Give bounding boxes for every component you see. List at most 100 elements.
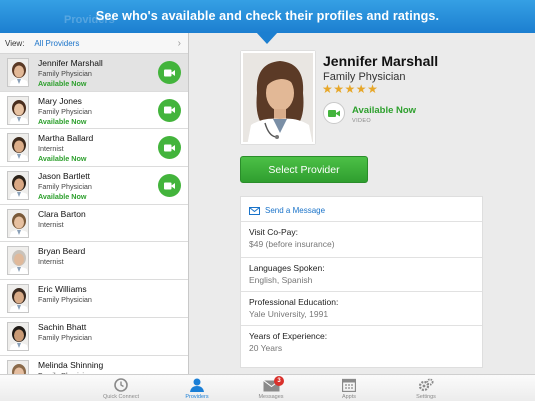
- video-call-button[interactable]: [158, 61, 181, 84]
- provider-row-status: Available Now: [38, 79, 87, 88]
- info-row: Professional Education: Yale University, …: [249, 297, 476, 319]
- banner-text: See who's available and check their prof…: [95, 9, 440, 23]
- tab-quick-connect[interactable]: Quick Connect: [91, 377, 151, 401]
- star-rating: ★ ★ ★ ★ ★: [322, 83, 378, 95]
- provider-avatar: [7, 359, 29, 374]
- provider-row-status: Available Now: [38, 154, 87, 164]
- provider-detail-pane: Jennifer Marshall Family Physician ★ ★ ★ ★ ★…: [190, 33, 535, 374]
- info-value: Yale University, 1991: [249, 309, 329, 319]
- provider-row[interactable]: Mary Jones Family Physician Available Now: [0, 91, 188, 130]
- provider-photo: [241, 51, 315, 144]
- provider-row-name: Melinda Shinning: [38, 359, 104, 370]
- clock-icon: [91, 377, 151, 392]
- view-filter-bar[interactable]: View: All Providers ›: [0, 33, 188, 54]
- info-label: Professional Education:: [249, 297, 339, 307]
- provider-row-name: Bryan Beard: [38, 246, 86, 257]
- star-icon: ★: [344, 82, 356, 96]
- tab-label: Quick Connect: [102, 394, 140, 400]
- provider-avatar: [7, 208, 29, 238]
- tab-label: Settings: [416, 394, 436, 400]
- person-icon: [167, 377, 227, 392]
- provider-row[interactable]: Martha Ballard Internist Available Now: [0, 129, 188, 168]
- provider-avatar: [7, 246, 29, 276]
- envelope-icon: 3: [241, 376, 301, 392]
- video-camera-icon: [164, 144, 175, 152]
- provider-row[interactable]: Clara Barton Internist: [0, 204, 188, 243]
- tutorial-banner: Providers See who's available and check …: [0, 0, 535, 33]
- provider-row[interactable]: Bryan Beard Internist: [0, 242, 188, 281]
- send-message-link[interactable]: Send a Message: [249, 206, 325, 215]
- provider-row-status: Available Now: [38, 192, 87, 202]
- provider-row-name: Eric Williams: [38, 284, 87, 295]
- tab-label: Appts: [341, 394, 357, 400]
- provider-row[interactable]: Eric Williams Family Physician: [0, 280, 188, 318]
- info-label: Languages Spoken:: [249, 263, 325, 273]
- provider-row[interactable]: Melinda ShinningFamily Physician: [0, 355, 188, 374]
- tab-settings[interactable]: Settings: [396, 377, 456, 401]
- provider-row-name: Mary Jones: [38, 95, 82, 106]
- info-value: 20 Years: [249, 343, 283, 353]
- tab-appts[interactable]: Appts: [319, 377, 379, 401]
- video-call-button[interactable]: [158, 174, 181, 198]
- provider-row-specialty: Internist: [38, 219, 64, 229]
- video-call-button[interactable]: [158, 98, 181, 122]
- info-value: $49 (before insurance): [249, 239, 335, 249]
- info-divider: [241, 291, 482, 292]
- info-row: Visit Co-Pay: $49 (before insurance): [249, 227, 476, 249]
- tab-providers[interactable]: Providers: [167, 377, 227, 401]
- notification-badge: 3: [274, 376, 284, 386]
- video-camera-icon: [328, 109, 340, 117]
- info-divider: [241, 257, 482, 258]
- provider-avatar: [7, 58, 29, 87]
- provider-row-specialty: Family Physician: [38, 69, 92, 78]
- chevron-right-icon: ›: [177, 38, 181, 49]
- provider-row[interactable]: Jason Bartlett Family Physician Available …: [0, 167, 188, 205]
- video-call-button[interactable]: [323, 102, 345, 124]
- provider-row-specialty: Family Physician: [38, 182, 92, 192]
- provider-row-name: Martha Ballard: [38, 133, 94, 144]
- tab-label: Providers: [185, 394, 209, 400]
- envelope-icon: [249, 206, 260, 215]
- provider-row[interactable]: Jennifer Marshall Family Physician Availab…: [0, 54, 188, 92]
- info-value: English, Spanish: [249, 275, 313, 285]
- availability-status: Available Now: [352, 105, 417, 116]
- banner-pointer: [256, 32, 278, 44]
- provider-avatar: [7, 133, 29, 163]
- info-divider: [241, 221, 482, 222]
- select-provider-button[interactable]: Select Provider: [240, 156, 368, 183]
- video-call-button[interactable]: [158, 136, 181, 160]
- info-label: Years of Experience:: [249, 331, 328, 341]
- provider-row-status: Available Now: [38, 116, 87, 126]
- tab-label: Messages: [258, 394, 284, 400]
- video-camera-icon: [164, 182, 175, 190]
- tab-bar: Quick Connect Providers 3 Messages Appts Sett…: [0, 374, 535, 401]
- provider-row-name: Sachin Bhatt: [38, 321, 87, 332]
- provider-avatar: [7, 284, 29, 314]
- view-filter-value[interactable]: All Providers: [34, 39, 79, 48]
- provider-row-name: Jason Bartlett: [38, 171, 90, 182]
- video-camera-icon: [164, 69, 175, 77]
- provider-row-name: Clara Barton: [38, 208, 86, 219]
- provider-row-specialty: Internist: [38, 144, 64, 154]
- star-icon: ★: [322, 82, 333, 96]
- provider-row-specialty: Family Physician: [38, 332, 92, 342]
- provider-row-specialty: Family Physician: [38, 295, 92, 305]
- tab-messages[interactable]: 3 Messages: [241, 376, 301, 401]
- star-icon: ★: [355, 82, 367, 96]
- provider-list: Jennifer Marshall Family Physician Availab…: [0, 54, 188, 374]
- video-camera-icon: [164, 106, 175, 114]
- provider-list-pane: View: All Providers › Jennifer Marshall F…: [0, 33, 189, 374]
- star-icon: ★: [333, 82, 345, 96]
- info-label: Visit Co-Pay:: [249, 227, 298, 237]
- star-icon: ★: [367, 82, 378, 96]
- provider-row-specialty: Internist: [38, 257, 64, 267]
- provider-row-specialty: Family Physician: [38, 106, 92, 116]
- provider-avatar: [7, 171, 29, 201]
- provider-avatar: [7, 95, 29, 125]
- send-message-label: Send a Message: [265, 206, 326, 215]
- video-label: VIDEO: [352, 118, 372, 124]
- provider-row[interactable]: Sachin Bhatt Family Physician: [0, 317, 188, 356]
- provider-row-name: Jennifer Marshall: [38, 58, 103, 68]
- info-row: Languages Spoken: English, Spanish: [249, 263, 476, 285]
- provider-avatar: [7, 321, 29, 351]
